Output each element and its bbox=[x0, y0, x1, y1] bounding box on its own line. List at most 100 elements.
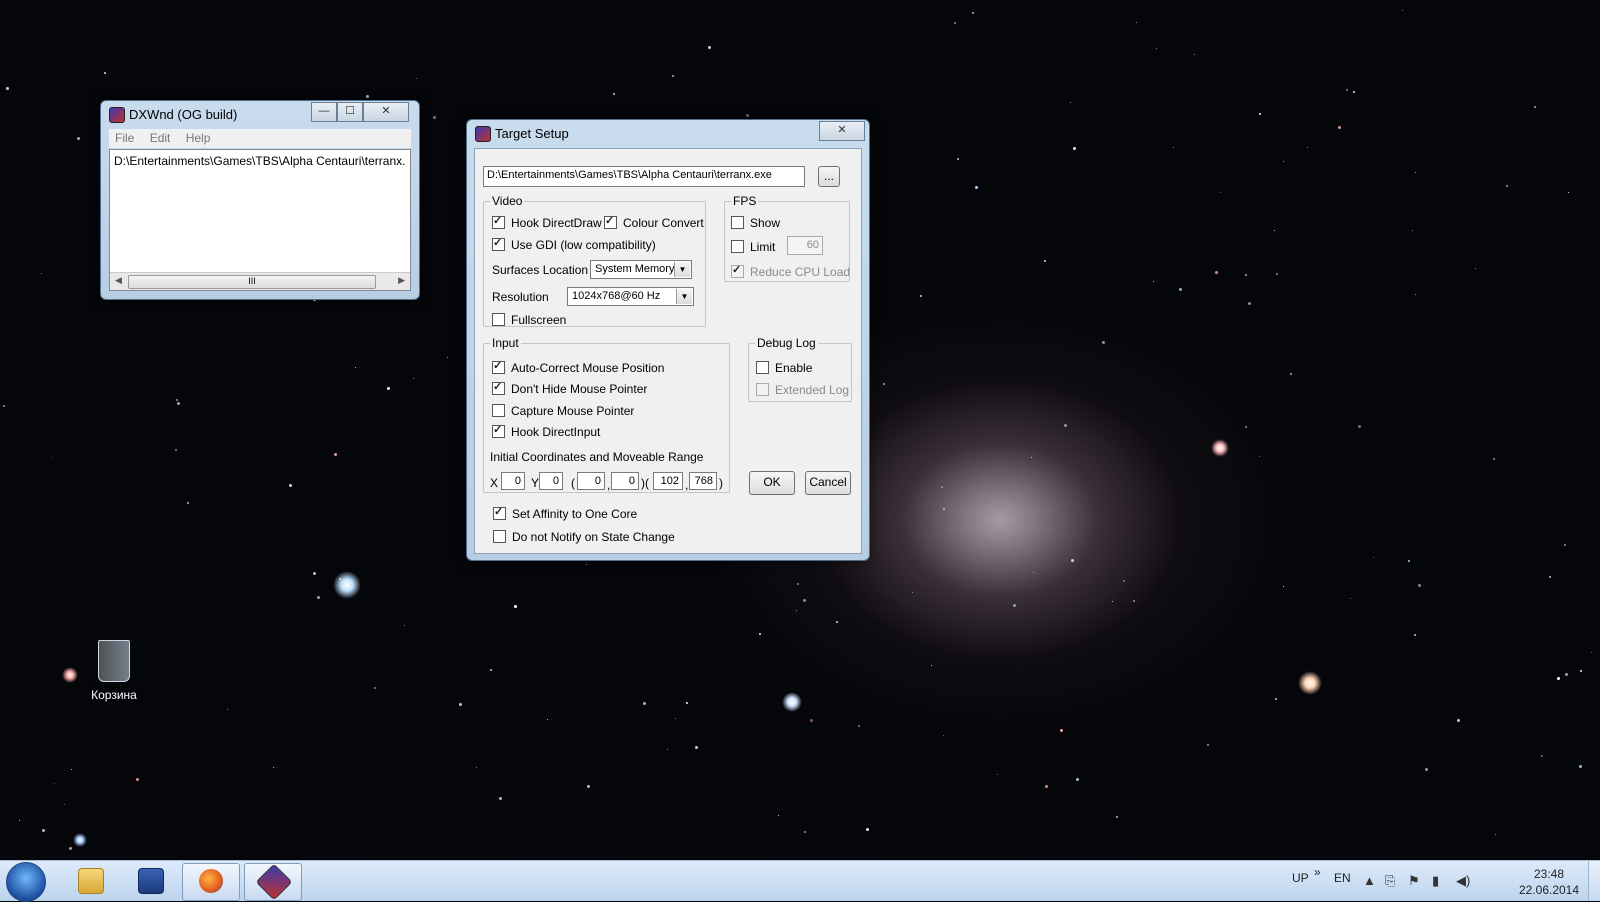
debug-enable-checkbox[interactable]: Enable bbox=[756, 361, 812, 375]
star bbox=[176, 399, 178, 401]
checkbox-unchecked-icon[interactable] bbox=[731, 216, 744, 229]
menu-edit[interactable]: Edit bbox=[144, 129, 177, 147]
star bbox=[1418, 584, 1421, 587]
taskbar-dxwnd[interactable] bbox=[244, 863, 302, 901]
star bbox=[227, 709, 228, 710]
checkbox-checked-icon[interactable] bbox=[731, 263, 744, 278]
hook-directdraw-checkbox[interactable]: Hook DirectDraw bbox=[492, 214, 602, 230]
star bbox=[1493, 458, 1495, 460]
ok-button[interactable]: OK bbox=[749, 471, 795, 495]
surfaces-location-select[interactable]: System Memory ▼ bbox=[590, 260, 692, 279]
floppy-disk-icon bbox=[138, 868, 164, 894]
checkbox-checked-icon[interactable] bbox=[492, 214, 505, 229]
dont-hide-pointer-label: Don't Hide Mouse Pointer bbox=[511, 382, 648, 396]
capture-pointer-checkbox[interactable]: Capture Mouse Pointer bbox=[492, 404, 634, 418]
scroll-thumb[interactable]: III bbox=[128, 275, 376, 289]
network-signal-icon[interactable]: ▮ bbox=[1432, 873, 1439, 889]
use-gdi-checkbox[interactable]: Use GDI (low compatibility) bbox=[492, 236, 656, 252]
path-field[interactable]: D:\Entertainments\Games\TBS\Alpha Centau… bbox=[483, 166, 805, 187]
recycle-bin[interactable]: Корзина bbox=[84, 640, 144, 702]
scroll-right-icon[interactable]: ▶ bbox=[398, 275, 405, 286]
fps-show-checkbox[interactable]: Show bbox=[731, 216, 780, 230]
show-desktop-button[interactable] bbox=[1588, 861, 1600, 901]
horizontal-scrollbar[interactable]: ◀ III ▶ bbox=[110, 272, 410, 290]
checkbox-checked-icon[interactable] bbox=[492, 236, 505, 251]
taskbar-save-app[interactable] bbox=[122, 863, 178, 899]
language-indicator[interactable]: EN bbox=[1334, 871, 1351, 885]
taskbar-explorer[interactable] bbox=[62, 863, 118, 899]
clock[interactable]: 23:48 22.06.2014 bbox=[1512, 866, 1586, 898]
fps-limit-field[interactable]: 60 bbox=[787, 236, 823, 255]
bright-star bbox=[782, 692, 802, 712]
maximize-button[interactable]: ☐ bbox=[337, 102, 363, 122]
checkbox-unchecked-icon[interactable] bbox=[756, 383, 769, 396]
star bbox=[313, 572, 316, 575]
tray-expand-icon[interactable]: » bbox=[1314, 865, 1321, 879]
show-hidden-icons-icon[interactable]: ▲ bbox=[1363, 873, 1376, 888]
list-item[interactable]: D:\Entertainments\Games\TBS\Alpha Centau… bbox=[114, 154, 406, 168]
extended-log-checkbox[interactable]: Extended Log bbox=[756, 383, 849, 397]
checkbox-checked-icon[interactable] bbox=[492, 380, 505, 395]
menu-file[interactable]: File bbox=[109, 129, 140, 147]
checkbox-unchecked-icon[interactable] bbox=[493, 530, 506, 543]
range-right-field[interactable]: 102 bbox=[653, 472, 683, 490]
star bbox=[177, 402, 180, 405]
star bbox=[1245, 426, 1247, 428]
action-center-flag-icon[interactable]: ⚑ bbox=[1408, 873, 1420, 889]
star bbox=[64, 804, 65, 805]
bright-star bbox=[1211, 439, 1229, 457]
surfaces-location-label: Surfaces Location bbox=[492, 263, 589, 277]
target-listbox[interactable]: D:\Entertainments\Games\TBS\Alpha Centau… bbox=[109, 149, 411, 291]
cancel-button[interactable]: Cancel bbox=[805, 471, 851, 495]
auto-correct-checkbox[interactable]: Auto-Correct Mouse Position bbox=[492, 359, 664, 375]
scroll-left-icon[interactable]: ◀ bbox=[115, 275, 122, 286]
no-notify-label: Do not Notify on State Change bbox=[512, 530, 675, 544]
checkbox-unchecked-icon[interactable] bbox=[492, 313, 505, 326]
checkbox-checked-icon[interactable] bbox=[492, 423, 505, 438]
dxwnd-titlebar[interactable]: DXWnd (OG build) — ☐ ✕ bbox=[101, 101, 419, 127]
checkbox-checked-icon[interactable] bbox=[493, 505, 506, 520]
checkbox-checked-icon[interactable] bbox=[604, 214, 617, 229]
checkbox-unchecked-icon[interactable] bbox=[492, 404, 505, 417]
star bbox=[317, 596, 320, 599]
star bbox=[1346, 89, 1348, 91]
taskbar: UP » EN ▲ ⎘ ⚑ ▮ ◀) 23:48 22.06.2014 bbox=[0, 860, 1600, 902]
usb-device-icon[interactable]: ⎘ bbox=[1385, 873, 1395, 889]
setup-close-button[interactable]: ✕ bbox=[819, 121, 865, 141]
checkbox-unchecked-icon[interactable] bbox=[756, 361, 769, 374]
start-orb-icon[interactable] bbox=[6, 862, 46, 902]
fps-limit-checkbox[interactable]: Limit bbox=[731, 240, 775, 254]
chevron-down-icon[interactable]: ▼ bbox=[676, 289, 692, 304]
dont-hide-pointer-checkbox[interactable]: Don't Hide Mouse Pointer bbox=[492, 380, 648, 396]
clock-time: 23:48 bbox=[1533, 867, 1565, 881]
volume-icon[interactable]: ◀) bbox=[1456, 873, 1470, 889]
range-left-field[interactable]: 0 bbox=[577, 472, 605, 490]
recycle-bin-icon[interactable] bbox=[98, 640, 130, 682]
browse-button[interactable]: ... bbox=[818, 166, 840, 187]
hook-directinput-checkbox[interactable]: Hook DirectInput bbox=[492, 423, 600, 439]
taskbar-firefox[interactable] bbox=[182, 863, 240, 901]
dxwnd-window[interactable]: DXWnd (OG build) — ☐ ✕ File Edit Help D:… bbox=[100, 100, 420, 300]
close-button[interactable]: ✕ bbox=[363, 102, 409, 122]
range-bottom-field[interactable]: 768 bbox=[689, 472, 717, 490]
reduce-cpu-checkbox[interactable]: Reduce CPU Load bbox=[731, 263, 850, 279]
star bbox=[1116, 816, 1118, 818]
fullscreen-checkbox[interactable]: Fullscreen bbox=[492, 313, 566, 327]
star bbox=[858, 725, 860, 727]
y-coord-field[interactable]: 0 bbox=[539, 472, 563, 490]
chevron-down-icon[interactable]: ▼ bbox=[674, 262, 690, 277]
checkbox-unchecked-icon[interactable] bbox=[731, 240, 744, 253]
colour-convert-checkbox[interactable]: Colour Convert bbox=[604, 214, 704, 230]
star bbox=[957, 158, 959, 160]
checkbox-checked-icon[interactable] bbox=[492, 359, 505, 374]
tray-up-indicator[interactable]: UP bbox=[1292, 871, 1309, 885]
no-notify-checkbox[interactable]: Do not Notify on State Change bbox=[493, 530, 675, 544]
resolution-select[interactable]: 1024x768@60 Hz ▼ bbox=[567, 287, 694, 306]
x-coord-field[interactable]: 0 bbox=[501, 472, 525, 490]
affinity-checkbox[interactable]: Set Affinity to One Core bbox=[493, 505, 637, 521]
setup-titlebar[interactable]: Target Setup ✕ bbox=[467, 120, 869, 146]
range-top-field[interactable]: 0 bbox=[611, 472, 639, 490]
menu-help[interactable]: Help bbox=[180, 129, 217, 147]
minimize-button[interactable]: — bbox=[311, 102, 337, 122]
target-setup-dialog[interactable]: Target Setup ✕ D:\Entertainments\Games\T… bbox=[466, 119, 870, 561]
